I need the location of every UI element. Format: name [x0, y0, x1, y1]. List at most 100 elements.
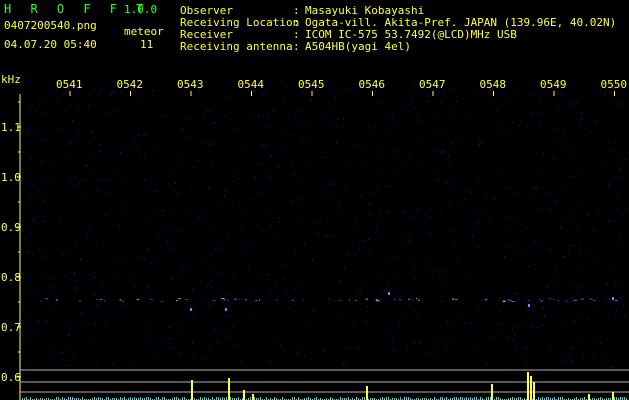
noise-speck — [490, 213, 492, 215]
noise-speck — [333, 138, 335, 140]
noise-speck — [87, 322, 89, 325]
noise-speck — [243, 144, 244, 146]
noise-speck — [406, 129, 408, 131]
noise-speck — [135, 145, 137, 148]
noise-speck — [525, 347, 527, 350]
noise-speck — [458, 256, 459, 258]
noise-speck — [603, 190, 605, 192]
noise-speck — [252, 108, 254, 110]
noise-speck — [567, 356, 569, 358]
noise-speck — [254, 197, 256, 199]
noise-speck — [209, 190, 211, 192]
noise-speck — [303, 242, 305, 245]
noise-speck — [84, 164, 86, 166]
noise-speck — [409, 312, 411, 315]
noise-speck — [592, 109, 594, 112]
noise-speck — [431, 336, 432, 338]
noise-speck — [295, 251, 297, 254]
noise-speck — [200, 262, 201, 265]
noise-speck — [409, 225, 411, 227]
noise-speck — [91, 223, 92, 225]
level-meter — [20, 369, 629, 400]
noise-speck — [296, 199, 297, 202]
noise-speck — [215, 205, 217, 206]
noise-speck — [30, 114, 32, 116]
noise-speck — [624, 297, 626, 299]
noise-speck — [434, 105, 436, 108]
noise-speck — [381, 106, 383, 108]
noise-speck — [440, 234, 442, 236]
noise-speck — [43, 221, 45, 223]
noise-speck — [156, 263, 158, 265]
noise-speck — [428, 234, 430, 237]
noise-speck — [392, 327, 394, 330]
noise-speck — [546, 286, 548, 288]
noise-speck — [428, 210, 430, 212]
noise-speck — [302, 138, 303, 141]
noise-speck — [525, 273, 527, 274]
noise-speck — [428, 163, 429, 165]
noise-speck — [183, 262, 185, 265]
noise-speck — [23, 291, 25, 293]
noise-speck — [192, 356, 194, 359]
noise-speck — [534, 186, 536, 189]
noise-speck — [263, 295, 265, 297]
noise-speck — [99, 317, 101, 319]
noise-speck — [168, 128, 170, 130]
noise-speck — [491, 288, 492, 290]
noise-speck — [32, 185, 34, 187]
noise-speck — [359, 315, 361, 318]
noise-speck — [69, 143, 71, 146]
echo-highlight — [388, 292, 390, 295]
noise-speck — [367, 293, 369, 295]
noise-speck — [616, 269, 618, 271]
noise-speck — [463, 118, 465, 120]
noise-speck — [351, 87, 353, 90]
noise-speck — [81, 179, 83, 181]
noise-speck — [219, 115, 221, 117]
noise-speck — [272, 222, 274, 223]
noise-speck — [313, 117, 314, 119]
noise-speck — [162, 209, 164, 212]
noise-speck — [598, 338, 600, 340]
noise-speck — [321, 196, 323, 199]
noise-speck — [327, 365, 329, 367]
noise-speck — [439, 130, 441, 133]
noise-speck — [621, 125, 622, 127]
noise-speck — [514, 193, 516, 194]
noise-speck — [408, 320, 410, 323]
noise-speck — [52, 277, 54, 280]
noise-speck — [277, 134, 279, 136]
noise-speck — [526, 138, 528, 141]
echo-speck — [553, 298, 555, 300]
noise-speck — [392, 115, 394, 118]
echo-speck — [605, 298, 607, 300]
noise-speck — [298, 284, 300, 287]
noise-speck — [95, 214, 97, 217]
noise-speck — [188, 329, 190, 331]
noise-speck — [173, 289, 175, 291]
noise-speck — [112, 231, 114, 233]
noise-speck — [59, 362, 61, 364]
noise-speck — [363, 193, 365, 195]
noise-speck — [546, 192, 548, 194]
noise-speck — [105, 315, 107, 317]
noise-speck — [367, 93, 369, 95]
noise-speck — [63, 94, 65, 97]
noise-speck — [479, 329, 481, 331]
noise-speck — [387, 109, 389, 111]
noise-speck — [431, 273, 433, 276]
noise-speck — [426, 156, 428, 158]
noise-speck — [574, 244, 576, 246]
noise-speck — [589, 94, 591, 96]
noise-speck — [277, 164, 279, 167]
noise-speck — [91, 155, 92, 158]
noise-speck — [149, 325, 151, 327]
noise-speck — [462, 348, 464, 349]
noise-speck — [362, 336, 364, 339]
noise-speck — [165, 335, 167, 338]
noise-speck — [541, 113, 543, 115]
noise-speck — [568, 252, 570, 254]
noise-speck — [263, 246, 265, 248]
noise-speck — [186, 124, 188, 125]
